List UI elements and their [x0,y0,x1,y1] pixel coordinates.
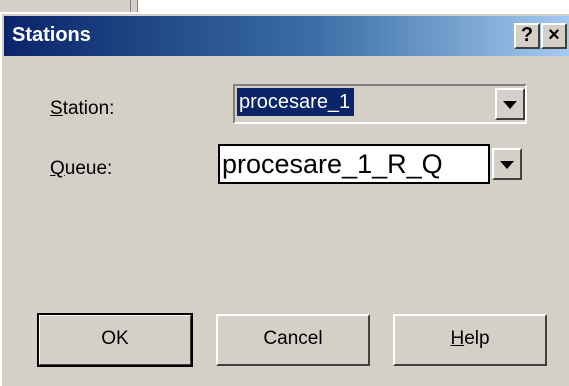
station-combobox[interactable]: procesare_1 [233,84,527,124]
cancel-button[interactable]: Cancel [216,314,370,366]
background-panel [137,0,569,12]
ok-button[interactable]: OK [37,313,193,367]
station-label: Station: [50,98,115,119]
title-bar[interactable]: Stations ? × [4,16,569,56]
station-selected-value[interactable]: procesare_1 [237,88,355,116]
chevron-down-icon [500,161,514,169]
queue-combobox[interactable]: procesare_1_R_Q [218,144,528,184]
queue-dropdown-button[interactable] [492,148,522,180]
help-button[interactable]: Help [393,314,547,366]
queue-selected-value[interactable]: procesare_1_R_Q [218,144,490,184]
queue-label: Queue: [50,158,113,179]
background-divider [130,0,131,12]
close-button[interactable]: × [541,23,567,49]
dialog-title: Stations [12,24,91,46]
chevron-down-icon [503,101,517,109]
station-dropdown-button[interactable] [495,88,525,120]
help-title-button[interactable]: ? [514,23,540,49]
